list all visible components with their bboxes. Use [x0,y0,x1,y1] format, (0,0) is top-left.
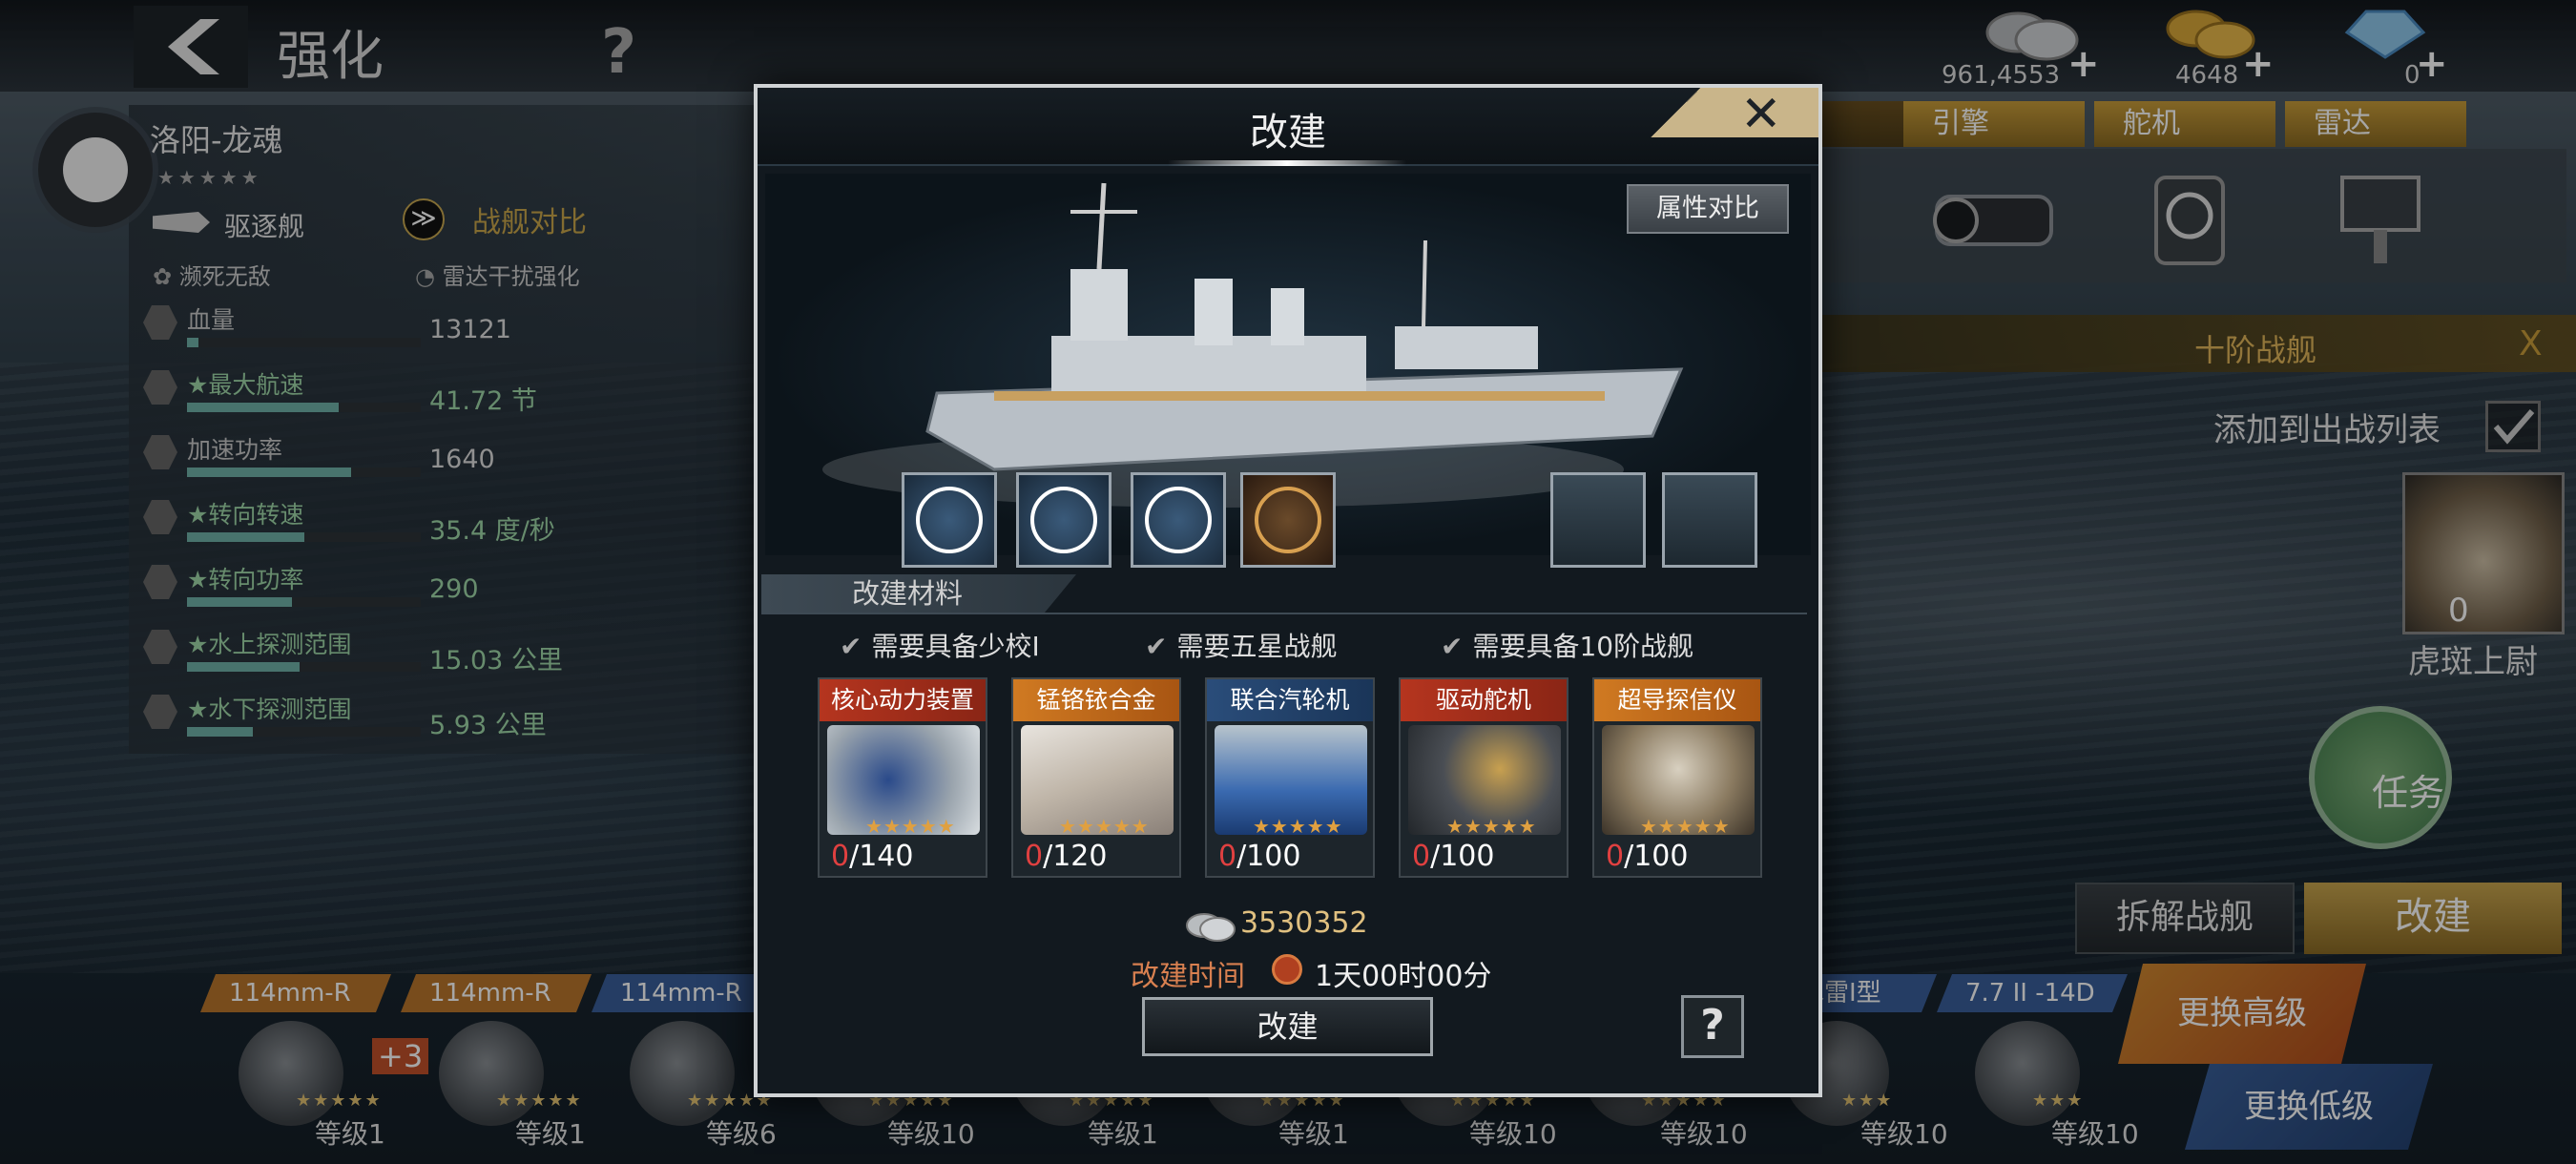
requirement-item: ✔ 需要具备10阶战舰 [1441,631,1694,662]
material-stars: ★★★★★ [1253,815,1343,838]
check-icon: ✔ [1145,631,1168,662]
material-card[interactable]: 驱动舵机 ★★★★★ 0/100 [1399,677,1568,878]
material-count: 0/100 [1606,840,1689,873]
material-card[interactable]: 联合汽轮机 ★★★★★ 0/100 [1205,677,1375,878]
material-card[interactable]: 锰铬铱合金 ★★★★★ 0/120 [1011,677,1181,878]
attribute-compare-button[interactable]: 属性对比 [1627,184,1789,234]
material-count: 0/100 [1218,840,1301,873]
material-stars: ★★★★★ [1640,815,1731,838]
refit-cost: 3530352 [1240,906,1368,940]
engine-part-icon[interactable] [1550,472,1646,568]
radar-skill-icon[interactable] [902,472,997,568]
refit-time-label: 改建时间 [1131,960,1245,993]
check-icon: ✔ [840,631,862,662]
material-card[interactable]: 核心动力装置 ★★★★★ 0/140 [818,677,987,878]
material-stars: ★★★★★ [865,815,956,838]
check-icon: ✔ [1441,631,1464,662]
refit-button[interactable]: 改建 [1142,997,1433,1056]
material-card[interactable]: 超导探信仪 ★★★★★ 0/100 [1592,677,1762,878]
material-stars: ★★★★★ [1059,815,1150,838]
materials-divider [761,613,1807,614]
material-count: 0/120 [1025,840,1108,873]
dialog-help-button[interactable]: ? [1681,995,1744,1058]
close-icon[interactable]: ✕ [1740,86,1782,143]
requirement-item: ✔ 需要五星战舰 [1145,631,1338,662]
material-count: 0/140 [831,840,914,873]
material-name: 核心动力装置 [820,679,986,721]
material-name: 超导探信仪 [1594,679,1760,721]
golden-dragon-icon[interactable] [1240,472,1336,568]
material-name: 联合汽轮机 [1207,679,1373,721]
material-count: 0/100 [1412,840,1495,873]
shell-skill-icon[interactable] [1016,472,1111,568]
material-name: 锰铬铱合金 [1013,679,1179,721]
materials-heading: 改建材料 [761,574,1076,613]
title-underline [1168,160,1406,166]
close-area [1645,88,1818,137]
dragon-shield-icon[interactable] [1131,472,1226,568]
material-stars: ★★★★★ [1446,815,1537,838]
silver-coins-icon [1186,913,1236,942]
material-name: 驱动舵机 [1401,679,1567,721]
requirement-item: ✔ 需要具备少校Ⅰ [840,631,1040,662]
dialog-header: 改建 ✕ [758,86,1818,166]
refit-time-value: 1天00时00分 [1315,960,1492,993]
timer-icon [1272,954,1302,985]
radar-part-icon[interactable] [1662,472,1757,568]
